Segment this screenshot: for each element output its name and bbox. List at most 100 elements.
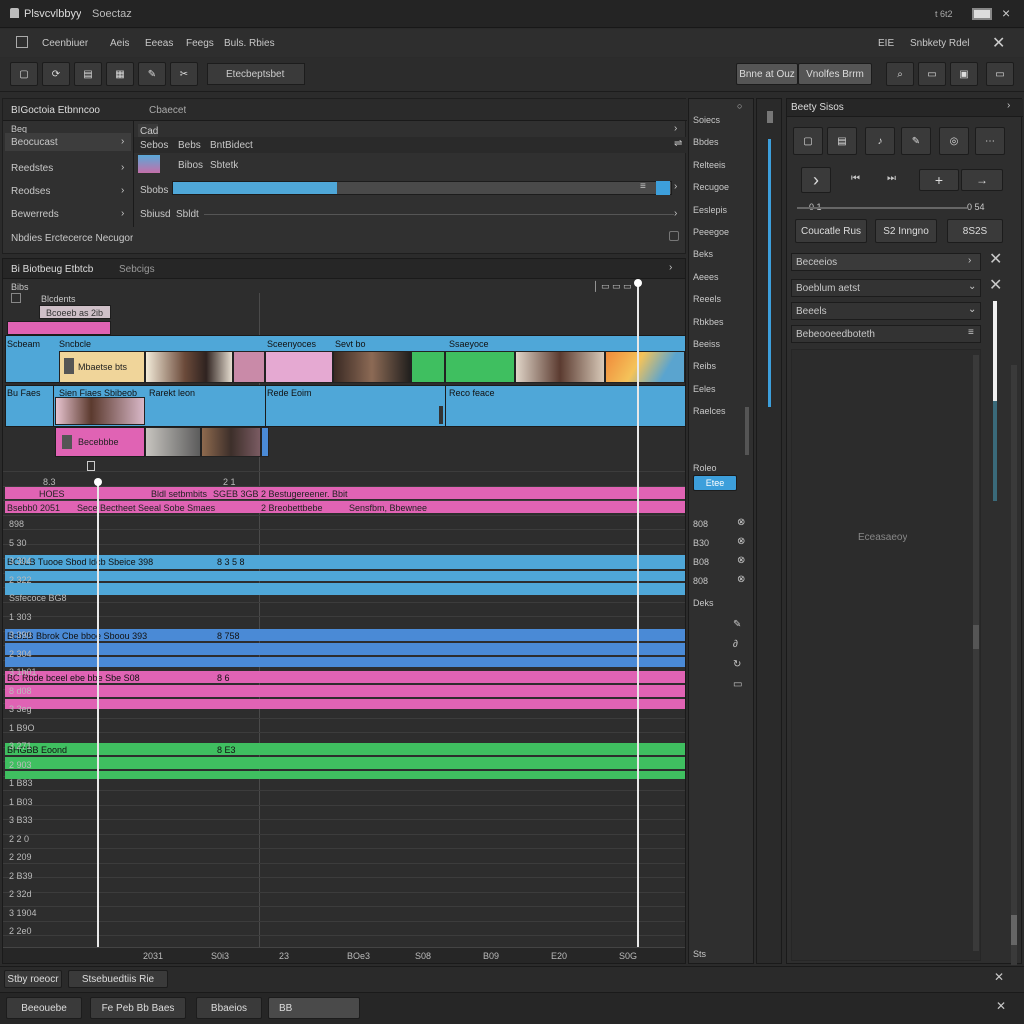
effects-item[interactable]: Raelces [693, 406, 726, 416]
video-thumbnail[interactable] [411, 351, 445, 383]
clip-thumbnail[interactable] [201, 427, 261, 457]
more-icon[interactable]: ⋯ [975, 127, 1005, 155]
green-track-c[interactable] [5, 771, 685, 779]
video-thumbnail[interactable] [265, 351, 333, 383]
close-icon[interactable]: ✕ [996, 999, 1006, 1013]
inspector-right-scroll-handle[interactable] [993, 301, 997, 401]
column-header-1[interactable]: Bebs [178, 140, 201, 151]
clip-thumbnail[interactable] [145, 427, 201, 457]
menu-item-1[interactable]: Aeis [110, 38, 129, 49]
effects-row-icon[interactable]: ⊗ [737, 536, 745, 547]
browser-tab-2[interactable]: Cbaecet [149, 105, 186, 116]
blue-track-1c[interactable] [5, 583, 685, 595]
timecode-bar[interactable] [797, 207, 967, 209]
window-scroll[interactable] [1011, 365, 1017, 965]
playhead-left-handle[interactable] [94, 478, 102, 486]
effects-item[interactable]: Reibs [693, 361, 716, 371]
timeline-tab-1[interactable]: Bi Biotbeug Etbtcb [11, 264, 93, 275]
skip-forward-icon[interactable]: ⏭ [887, 173, 896, 184]
effects-action-button[interactable]: Etee [693, 475, 737, 491]
toolbar-right-button-0[interactable]: Bnne at Ouz [736, 63, 798, 85]
search-icon[interactable]: ⌕ [886, 62, 914, 86]
effects-item[interactable]: Aeees [693, 272, 719, 282]
effects-item[interactable]: Soiecs [693, 115, 720, 125]
import-icon[interactable]: ▢ [10, 62, 38, 86]
inspector-dropdown-2[interactable]: Bebeooeedboteth ≡ [791, 325, 981, 343]
browser-item-2[interactable]: Reodses [11, 186, 50, 197]
next-button[interactable]: → [961, 169, 1003, 191]
video-thumbnail[interactable] [445, 351, 515, 383]
bottom-button-3[interactable]: BB [268, 997, 360, 1019]
effects-item[interactable]: Bbdes [693, 137, 719, 147]
clip-thumbnail[interactable] [261, 427, 269, 457]
crop-icon[interactable]: ▢ [793, 127, 823, 155]
inspector-button-0[interactable]: Coucatle Rus [795, 219, 867, 243]
effects-item[interactable]: Recugoe [693, 182, 729, 192]
scroll-handle[interactable] [767, 111, 773, 123]
close-icon[interactable]: ✕ [992, 33, 1005, 53]
browser-item-3[interactable]: Bewerreds [11, 209, 59, 220]
effects-item[interactable]: Eeles [693, 384, 716, 394]
pink-track-3c[interactable] [5, 699, 685, 709]
clip-pink[interactable]: Becebbbe [55, 427, 145, 457]
effects-item[interactable]: Peeegoe [693, 227, 729, 237]
chat-icon[interactable]: ▭ [733, 679, 742, 690]
info-icon[interactable] [669, 231, 679, 241]
video-thumbnail[interactable] [333, 351, 411, 383]
menu-item-2[interactable]: Eeeas [145, 38, 173, 49]
close-icon[interactable]: ✕ [989, 249, 1002, 269]
status-middle[interactable]: Stsebuedtiis Rie [68, 970, 168, 988]
vertical-scrollbar[interactable] [756, 98, 782, 964]
transform-icon[interactable]: ▤ [827, 127, 857, 155]
chat-icon[interactable]: ▭ [986, 62, 1014, 86]
sync-icon[interactable]: ↻ [733, 659, 741, 670]
refresh-icon[interactable]: ⟳ [42, 62, 70, 86]
inspector-dropdown-0[interactable]: Boeblum aetst ⌄ [791, 279, 981, 297]
video-thumbnail[interactable] [515, 351, 605, 383]
video-thumbnail[interactable]: Mbaetse bts [59, 351, 145, 383]
close-icon[interactable]: ✕ [989, 275, 1002, 295]
export-icon[interactable]: ▣ [950, 62, 978, 86]
close-icon[interactable]: ✕ [994, 970, 1004, 984]
effects-item[interactable]: Reeels [693, 294, 721, 304]
bottom-button-0[interactable]: Beeouebe [6, 997, 82, 1019]
clip-pink-bar[interactable] [7, 321, 111, 335]
sort-icon[interactable]: ⇌ [674, 138, 682, 149]
search-field[interactable]: Cad [138, 124, 158, 138]
play-icon[interactable] [656, 181, 670, 195]
video-thumbnail[interactable] [233, 351, 265, 383]
blue-track-1b[interactable] [5, 571, 685, 581]
keyframe-marker[interactable] [87, 461, 95, 471]
effects-item[interactable]: Beeiss [693, 339, 720, 349]
film-icon[interactable]: ▤ [74, 62, 102, 86]
grid-icon[interactable]: ▦ [106, 62, 134, 86]
tool-icon[interactable]: ✎ [138, 62, 166, 86]
inspector-list-header[interactable]: Beceeios › [791, 253, 981, 271]
track-lock-icon[interactable] [11, 293, 21, 303]
effects-item[interactable]: Eeslepis [693, 205, 727, 215]
effects-scroll[interactable] [745, 407, 749, 455]
playhead-left[interactable] [97, 481, 99, 953]
effects-row-icon[interactable]: ⊗ [737, 517, 745, 528]
link-icon[interactable]: ∂ [733, 639, 738, 650]
column-header-0[interactable]: Sebos [140, 140, 168, 151]
progress-bar[interactable] [172, 181, 672, 195]
blue-track-2c[interactable] [5, 657, 685, 667]
inspector-scroll-handle[interactable] [973, 625, 979, 649]
minimize-icon[interactable]: ○ [737, 101, 742, 111]
timeline-tab-2[interactable]: Sebcigs [119, 264, 155, 275]
list-icon[interactable]: ≡ [640, 181, 646, 192]
menu-item-3[interactable]: Feegs [186, 38, 214, 49]
window-minimize-button[interactable] [972, 8, 992, 20]
effects-item[interactable]: Beks [693, 249, 713, 259]
clip-pink-small[interactable]: Bcoeeb as 2ib [39, 305, 111, 319]
browser-tab-1[interactable]: BIGoctoia Etbnncoo [11, 105, 100, 116]
effects-item[interactable]: Relteeis [693, 160, 726, 170]
menu-right-0[interactable]: EIE [878, 38, 894, 49]
clip-thumbnail[interactable] [138, 155, 160, 173]
skip-back-icon[interactable]: ⏮ [851, 173, 860, 184]
inspector-scroll-track[interactable] [973, 355, 979, 951]
playhead-right-handle[interactable] [634, 279, 642, 287]
menu-right-1[interactable]: Snbkety Rdel [910, 38, 969, 49]
effects-icon[interactable]: ✎ [901, 127, 931, 155]
